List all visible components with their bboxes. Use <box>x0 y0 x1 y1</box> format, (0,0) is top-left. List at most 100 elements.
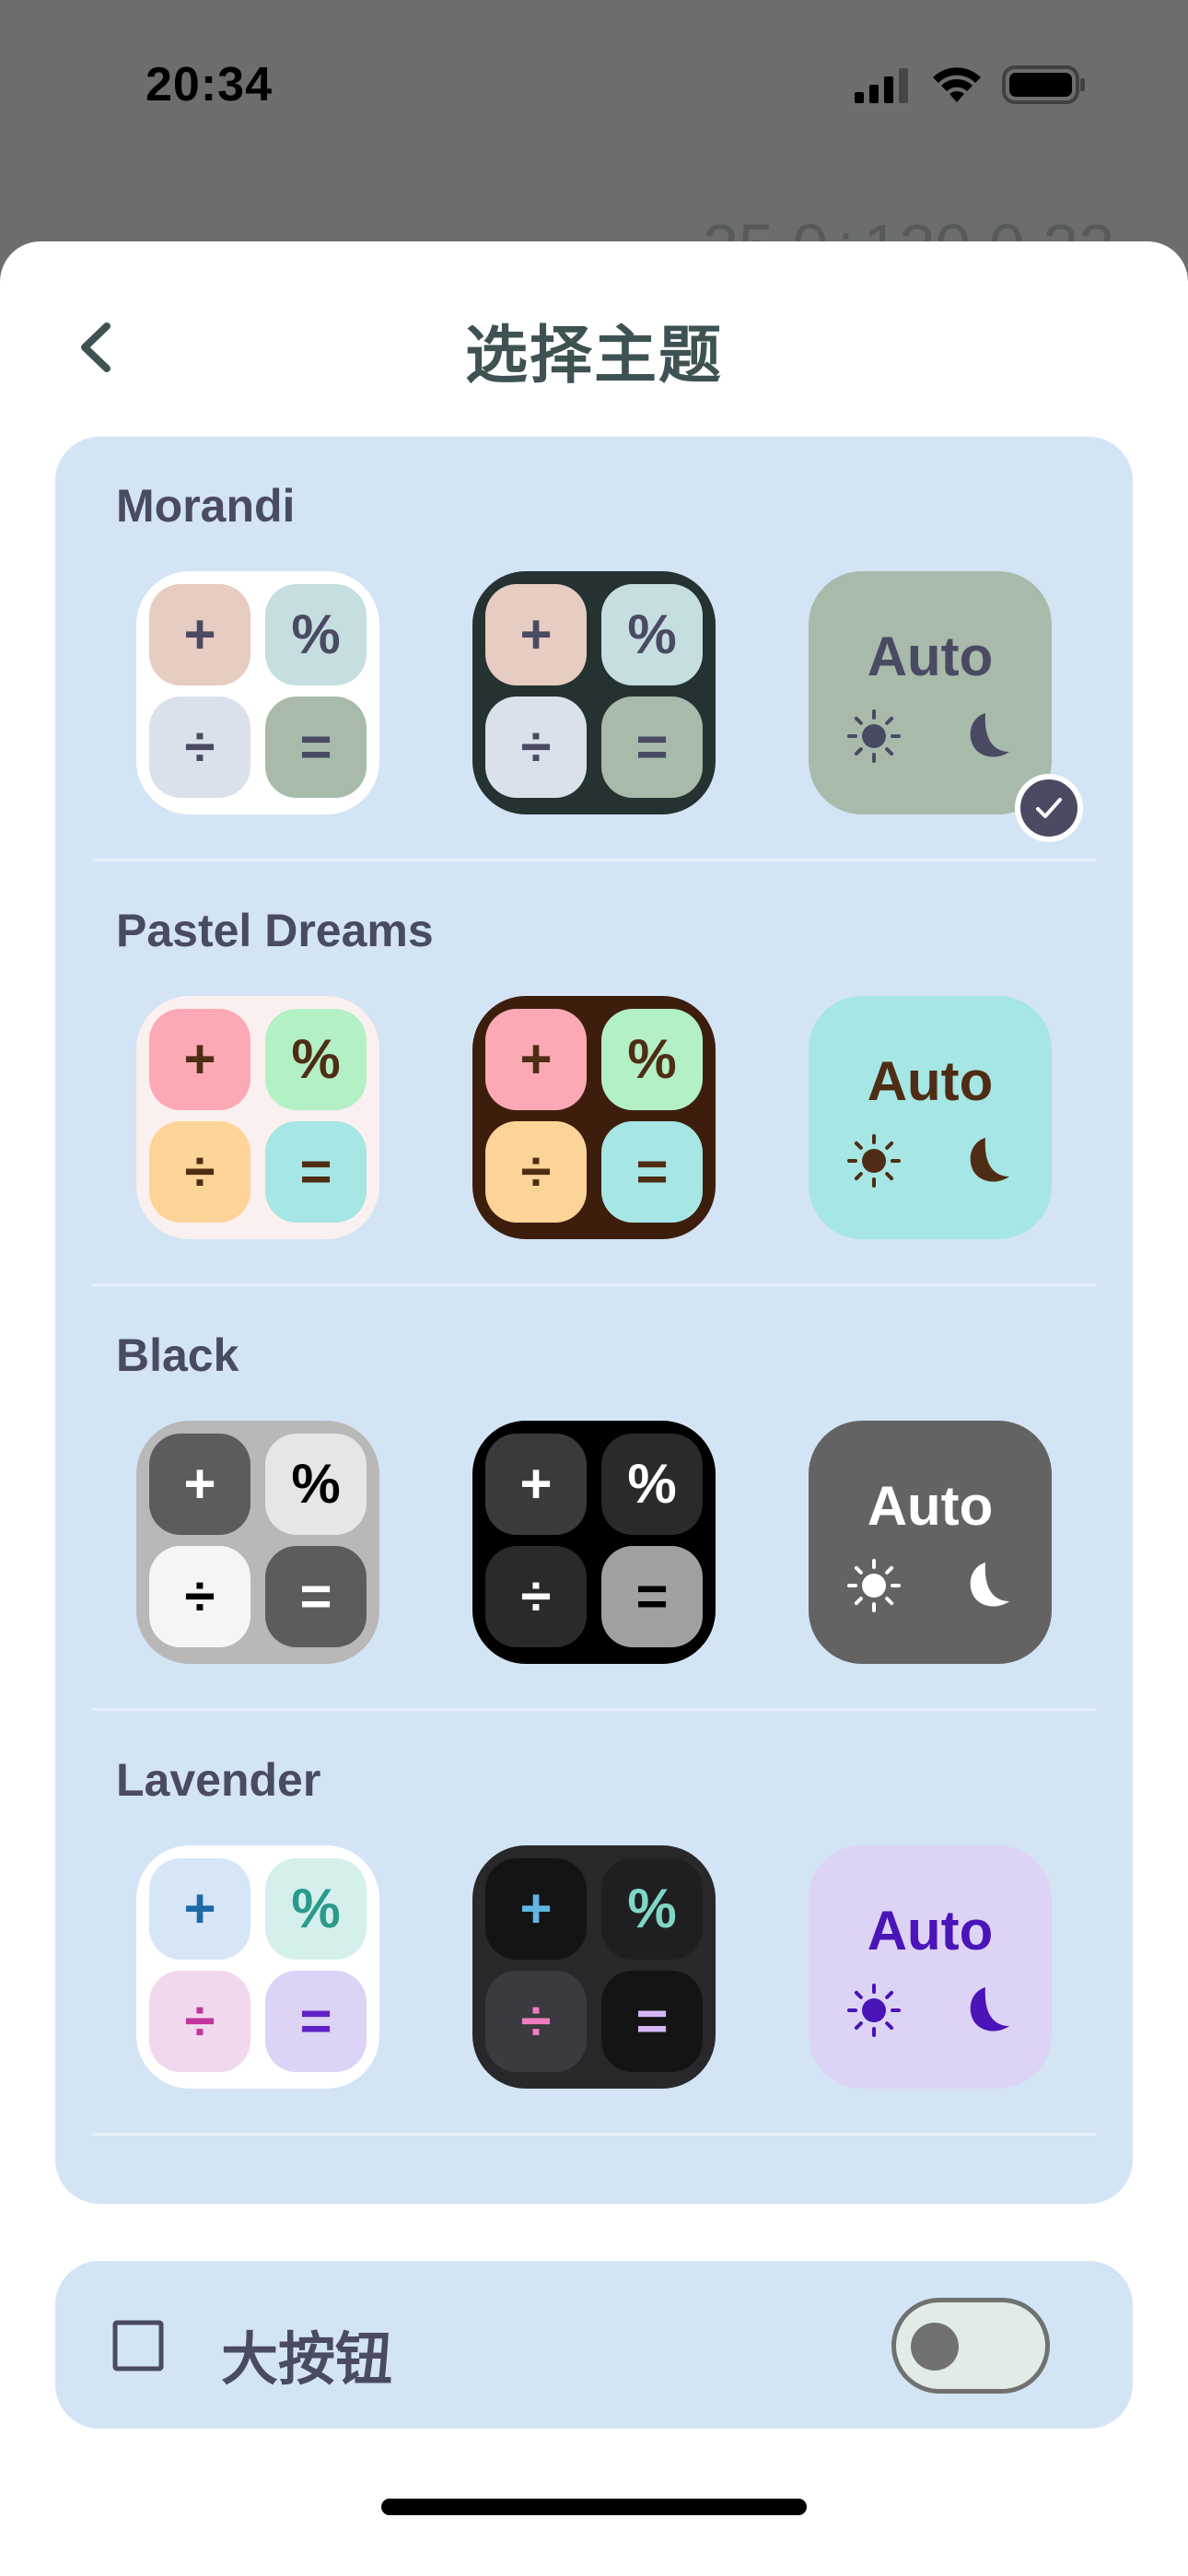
preview-key: + <box>149 1009 250 1110</box>
preview-key-symbol: + <box>183 1028 216 1090</box>
preview-key: + <box>149 584 250 685</box>
theme-group-black: Black +% ÷ = +% ÷ = Auto <box>55 1286 1133 1711</box>
preview-key-symbol: = <box>635 1990 669 2052</box>
preview-key: % <box>265 1434 367 1535</box>
preview-key: % <box>265 584 367 685</box>
preview-key-symbol: + <box>183 1878 216 1939</box>
theme-lavender-auto-option[interactable]: Auto <box>809 1845 1052 2089</box>
moon-icon <box>970 1563 1009 1607</box>
preview-key-symbol: ÷ <box>184 1141 215 1202</box>
theme-pastel-dreams-dark-option[interactable]: +% ÷ = <box>472 996 716 1239</box>
preview-key: = <box>265 1121 367 1223</box>
preview-key: ÷ <box>149 697 250 798</box>
preview-key-symbol: = <box>299 716 332 778</box>
preview-key-symbol: ÷ <box>184 1565 215 1627</box>
preview-key-symbol: = <box>635 1565 669 1627</box>
preview-key: % <box>601 1434 703 1535</box>
large-buttons-label: 大按钮 <box>221 2328 393 2392</box>
preview-key-symbol: % <box>627 1453 677 1515</box>
sun-icon <box>847 1134 901 1188</box>
preview-key-symbol: % <box>291 1878 341 1939</box>
moon-icon <box>970 1987 1009 2032</box>
status-time: 20:34 <box>146 58 273 111</box>
preview-key-symbol: ÷ <box>520 716 552 778</box>
theme-black-dark-option[interactable]: +% ÷ = <box>472 1421 716 1664</box>
status-icons <box>853 64 1087 105</box>
auto-label: Auto <box>867 1475 994 1537</box>
preview-key-symbol: ÷ <box>520 1990 552 2052</box>
page-title: 选择主题 <box>464 321 723 391</box>
theme-group-title: Lavender <box>116 1754 321 1806</box>
status-bar: 20:34 <box>0 0 1188 175</box>
divider <box>92 2133 1096 2136</box>
preview-key-symbol: + <box>519 1878 553 1939</box>
sun-icon <box>847 1984 901 2037</box>
sun-icon <box>847 1559 901 1612</box>
theme-group-title: Pastel Dreams <box>116 905 434 956</box>
preview-key: + <box>485 1009 587 1110</box>
theme-morandi-dark-option[interactable]: +% ÷ = <box>472 571 716 814</box>
theme-pastel-dreams-light-option[interactable]: +% ÷ = <box>136 996 379 1239</box>
home-indicator <box>381 2499 807 2515</box>
auto-mode-icons <box>809 709 1052 763</box>
preview-key: % <box>265 1858 367 1960</box>
theme-picker-sheet: 选择主题 Morandi +% ÷ = +% ÷ = Auto Pastel Dreams +% ÷… <box>0 241 1188 2576</box>
theme-preview-keys: +% ÷ = <box>149 1858 367 2076</box>
preview-key: % <box>601 584 703 685</box>
preview-key-symbol: = <box>635 716 669 778</box>
theme-pastel-dreams-auto-option[interactable]: Auto <box>809 996 1052 1239</box>
theme-black-auto-option[interactable]: Auto <box>809 1421 1052 1664</box>
preview-key: % <box>265 1009 367 1110</box>
theme-morandi-auto-option[interactable]: Auto <box>809 571 1083 842</box>
preview-key-symbol: ÷ <box>520 1565 552 1627</box>
preview-key: ÷ <box>485 697 587 798</box>
theme-preview-keys: +% ÷ = <box>485 1858 703 2076</box>
themes-panel: Morandi +% ÷ = +% ÷ = Auto Pastel Dreams +% ÷ = +% ÷ =… <box>55 437 1133 2204</box>
preview-key: ÷ <box>149 1971 250 2072</box>
sun-icon <box>847 709 901 763</box>
theme-preview-keys: +% ÷ = <box>149 1434 367 1651</box>
preview-key-symbol: % <box>627 1878 677 1939</box>
preview-key-symbol: = <box>299 1990 332 2052</box>
preview-key: = <box>265 1971 367 2072</box>
preview-key: = <box>265 697 367 798</box>
preview-key: + <box>485 584 587 685</box>
preview-key-symbol: % <box>291 1453 341 1515</box>
large-buttons-toggle[interactable] <box>891 2298 1050 2394</box>
selected-check-badge <box>1015 774 1083 842</box>
preview-key: = <box>265 1546 367 1647</box>
preview-key-symbol: % <box>627 1028 677 1090</box>
cellular-signal-icon <box>855 68 908 103</box>
auto-mode-icons <box>809 1984 1052 2037</box>
moon-icon <box>970 713 1009 757</box>
square-icon <box>112 2320 164 2371</box>
preview-key: + <box>485 1434 587 1535</box>
theme-preview-keys: +% ÷ = <box>485 584 703 802</box>
preview-key: ÷ <box>485 1121 587 1223</box>
preview-key-symbol: ÷ <box>520 1141 552 1202</box>
theme-black-light-option[interactable]: +% ÷ = <box>136 1421 379 1664</box>
theme-lavender-dark-option[interactable]: +% ÷ = <box>472 1845 716 2089</box>
preview-key: = <box>601 697 703 798</box>
preview-key-symbol: % <box>627 603 677 665</box>
auto-label: Auto <box>867 1900 994 1961</box>
preview-key-symbol: + <box>519 603 553 665</box>
theme-lavender-light-option[interactable]: +% ÷ = <box>136 1845 379 2089</box>
large-buttons-row: 大按钮 <box>55 2261 1133 2429</box>
auto-label: Auto <box>867 1050 994 1112</box>
checkmark-icon <box>1036 798 1062 818</box>
preview-key: = <box>601 1971 703 2072</box>
theme-group-lavender: Lavender +% ÷ = +% ÷ = Auto <box>55 1711 1133 2136</box>
battery-icon <box>1002 65 1085 104</box>
moon-icon <box>970 1138 1009 1182</box>
preview-key-symbol: % <box>291 603 341 665</box>
preview-key: = <box>601 1546 703 1647</box>
preview-key: = <box>601 1121 703 1223</box>
preview-key-symbol: = <box>299 1141 332 1202</box>
theme-morandi-light-option[interactable]: +% ÷ = <box>136 571 379 814</box>
preview-key: ÷ <box>485 1971 587 2072</box>
auto-mode-icons <box>809 1559 1052 1612</box>
preview-key: + <box>485 1858 587 1960</box>
preview-key-symbol: + <box>519 1453 553 1515</box>
preview-key: ÷ <box>149 1546 250 1647</box>
